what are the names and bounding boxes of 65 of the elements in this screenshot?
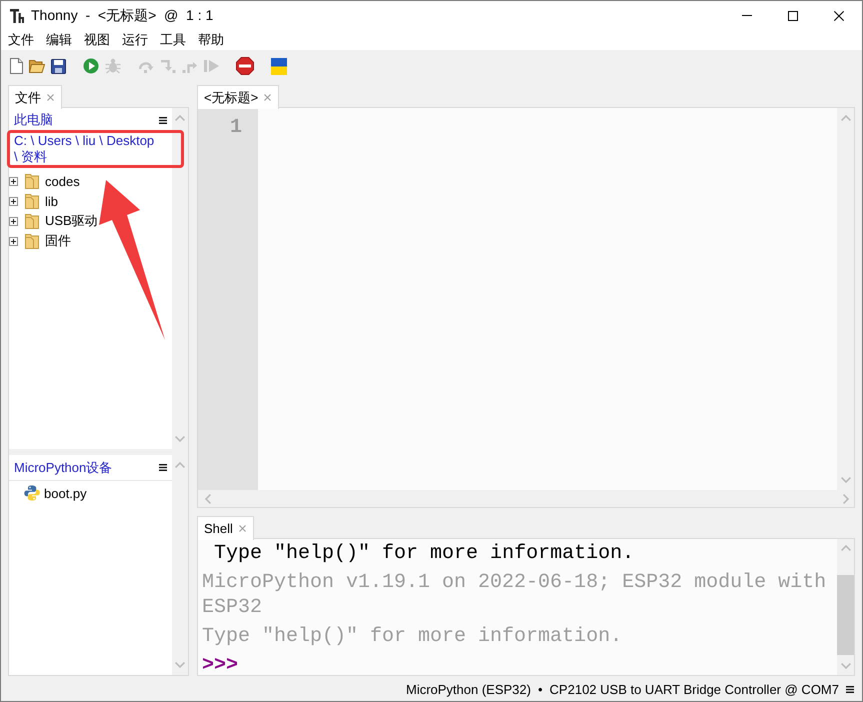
- scroll-down-icon[interactable]: [840, 663, 850, 669]
- close-icon[interactable]: [238, 525, 246, 532]
- close-icon: [834, 10, 844, 20]
- tree-item[interactable]: codes: [9, 171, 172, 191]
- scroll-down-icon[interactable]: [175, 662, 185, 668]
- app-logo-icon: [10, 8, 24, 22]
- shell-output-line: Type "help()" for more information.: [213, 541, 636, 566]
- close-icon[interactable]: [264, 94, 272, 101]
- maximize-icon: [788, 10, 798, 20]
- menu-icon[interactable]: [846, 686, 854, 693]
- tree-item[interactable]: 固件: [9, 231, 172, 251]
- play-icon[interactable]: [83, 58, 99, 74]
- folder-icon: [25, 193, 39, 209]
- scroll-down-icon[interactable]: [840, 477, 850, 483]
- scroll-right-icon[interactable]: [843, 494, 849, 504]
- open-folder-icon[interactable]: [29, 59, 45, 73]
- scrollbar-thumb[interactable]: [837, 575, 854, 655]
- new-file-icon[interactable]: [10, 58, 23, 74]
- expand-icon[interactable]: [9, 176, 18, 186]
- scroll-up-icon[interactable]: [840, 115, 850, 121]
- shell-prompt: >>>: [202, 653, 240, 675]
- menu-item[interactable]: 工具: [154, 30, 192, 50]
- file-item[interactable]: boot.py: [9, 483, 172, 503]
- menu-item[interactable]: 运行: [116, 30, 154, 50]
- menu-item[interactable]: 帮助: [192, 30, 230, 50]
- scroll-left-icon[interactable]: [205, 494, 211, 504]
- folder-icon: [25, 173, 39, 189]
- window-title: Thonny - <无标题> @ 1 : 1: [31, 6, 214, 24]
- scrollbar[interactable]: [172, 455, 188, 675]
- flag-icon[interactable]: [271, 58, 287, 74]
- stop-sign-icon[interactable]: [236, 57, 254, 75]
- menu-item[interactable]: 视图: [78, 30, 116, 50]
- menu-icon[interactable]: [159, 116, 167, 124]
- expand-icon[interactable]: [9, 216, 18, 226]
- minimize-icon: [742, 15, 752, 16]
- folder-icon: [25, 213, 39, 229]
- shell-banner-text: Type "help()" for more information.: [202, 624, 624, 649]
- menu-item[interactable]: 文件: [2, 30, 40, 50]
- editor-tab[interactable]: <无标题>: [197, 85, 280, 109]
- python-icon: [24, 485, 40, 501]
- location-link[interactable]: 此电脑: [14, 111, 53, 129]
- line-number: 1: [228, 117, 242, 139]
- scrollbar[interactable]: [172, 108, 188, 449]
- bullet-separator: •: [538, 682, 543, 697]
- shell-banner-text: MicroPython v1.19.1 on 2022-06-18; ESP32 module with ESP32: [202, 570, 828, 620]
- scroll-up-icon[interactable]: [840, 545, 850, 551]
- interpreter-label[interactable]: MicroPython (ESP32): [406, 682, 531, 697]
- tree-item[interactable]: USB驱动: [9, 211, 172, 231]
- shell-tab[interactable]: Shell: [197, 516, 254, 540]
- tree-item[interactable]: lib: [9, 191, 172, 211]
- scroll-up-icon[interactable]: [175, 115, 185, 121]
- shell-console[interactable]: Type "help()" for more information. MicroPython v1.19.1 on 2022-06-18; ESP32 module with ESP32 Type "help()" for more information. >>>: [198, 539, 837, 675]
- expand-icon[interactable]: [9, 236, 18, 246]
- menu-item[interactable]: 编辑: [40, 30, 78, 50]
- close-icon[interactable]: [47, 94, 54, 101]
- device-link[interactable]: MicroPython设备: [14, 458, 112, 476]
- files-tab[interactable]: 文件: [8, 85, 62, 109]
- folder-icon: [25, 233, 39, 249]
- code-editor[interactable]: [258, 108, 837, 490]
- scroll-up-icon[interactable]: [175, 462, 185, 468]
- scroll-down-icon[interactable]: [175, 436, 185, 442]
- folder-path[interactable]: C: \ Users \ liu \ Desktop \ 资料: [9, 129, 161, 165]
- port-label[interactable]: CP2102 USB to UART Bridge Controller @ COM7: [550, 682, 839, 697]
- expand-icon[interactable]: [9, 196, 18, 206]
- menu-icon[interactable]: [159, 464, 167, 471]
